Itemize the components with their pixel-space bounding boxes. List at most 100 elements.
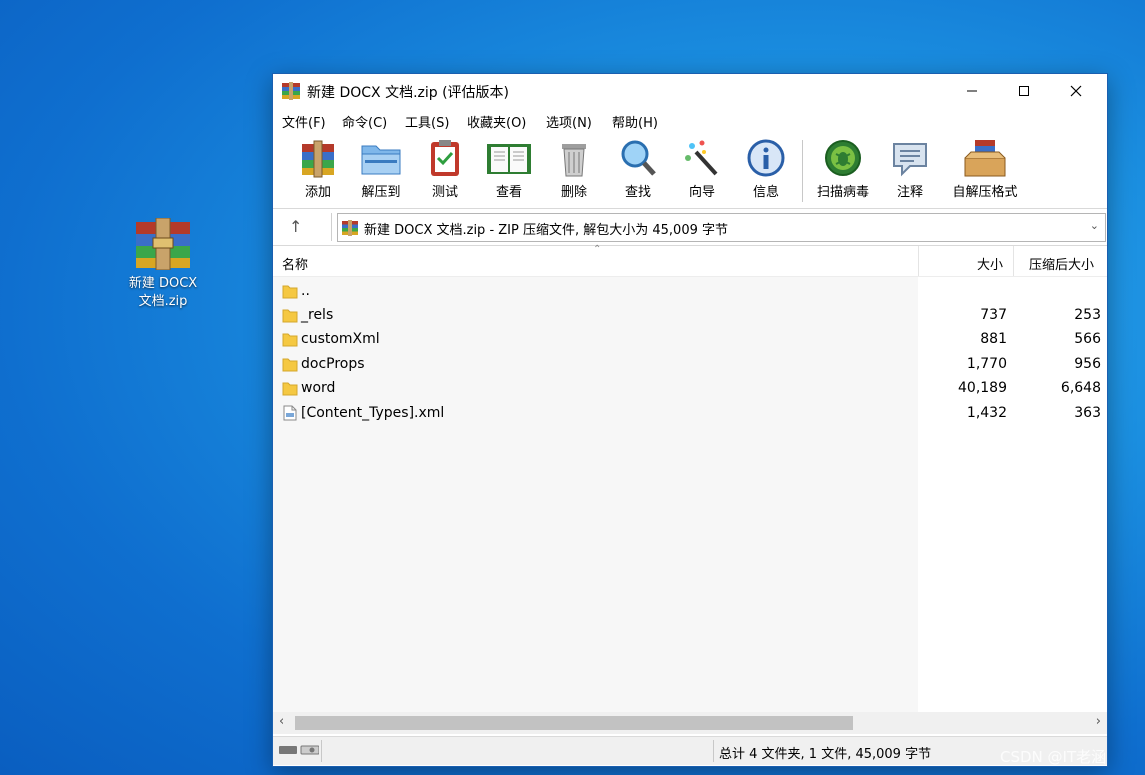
winrar-archive-icon xyxy=(136,217,190,271)
wizard-label: 向导 xyxy=(688,185,715,200)
file-size: 737 xyxy=(980,307,1007,323)
column-name[interactable]: 名称 xyxy=(282,254,308,273)
magnifier-icon xyxy=(621,140,656,176)
folder-icon xyxy=(282,333,298,347)
view-label: 查看 xyxy=(495,185,522,200)
menu-tools[interactable]: 工具(S) xyxy=(405,112,449,131)
scroll-left-icon[interactable]: ‹ xyxy=(279,714,284,729)
column-size[interactable]: 大小 xyxy=(977,254,1003,273)
folder-icon xyxy=(282,382,298,396)
trash-icon xyxy=(562,144,586,177)
file-name: .. xyxy=(301,283,310,299)
file-row-customxml[interactable]: customXml 881 566 xyxy=(273,327,1107,351)
address-text: 新建 DOCX 文档.zip - ZIP 压缩文件, 解包大小为 45,009 … xyxy=(364,223,728,238)
file-packed-size: 566 xyxy=(1074,331,1101,347)
file-name: docProps xyxy=(301,356,365,372)
virus-scan-button[interactable]: 扫描病毒 xyxy=(809,138,877,202)
sfx-label: 自解压格式 xyxy=(952,185,1018,200)
info-button[interactable]: 信息 xyxy=(735,138,797,202)
add-archive-icon xyxy=(302,140,334,178)
file-list: ⌃ 名称 大小 压缩后大小 .. _rels 737 253 customXml… xyxy=(273,244,1107,719)
sfx-button[interactable]: 自解压格式 xyxy=(943,138,1027,202)
scrollbar-thumb[interactable] xyxy=(295,716,853,730)
xml-file-icon xyxy=(283,405,297,421)
menu-help[interactable]: 帮助(H) xyxy=(612,112,658,131)
minimize-button[interactable] xyxy=(949,74,995,108)
menu-commands[interactable]: 命令(C) xyxy=(342,112,387,131)
extract-to-button[interactable]: 解压到 xyxy=(350,138,412,202)
file-name: [Content_Types].xml xyxy=(301,405,445,421)
file-name: word xyxy=(301,380,336,396)
file-packed-size: 253 xyxy=(1074,307,1101,323)
view-book-icon xyxy=(487,144,531,174)
file-packed-size: 956 xyxy=(1074,356,1101,372)
file-size: 1,770 xyxy=(966,356,1007,372)
archive-small-icon xyxy=(342,220,358,236)
maximize-button[interactable] xyxy=(1001,74,1047,108)
wizard-wand-icon xyxy=(685,140,718,176)
virus-scan-icon xyxy=(825,140,861,176)
file-row-content-types[interactable]: [Content_Types].xml 1,432 363 xyxy=(273,401,1107,425)
minimize-icon xyxy=(967,90,977,92)
file-row-parent[interactable]: .. xyxy=(273,279,1107,303)
comment-button[interactable]: 注释 xyxy=(879,138,941,202)
title-bar[interactable]: 新建 DOCX 文档.zip (评估版本) xyxy=(273,74,1107,108)
watermark: CSDN @IT老涵 xyxy=(1000,748,1107,766)
file-size: 40,189 xyxy=(958,380,1007,396)
address-separator xyxy=(331,213,332,241)
folder-icon xyxy=(282,358,298,372)
column-packed-size[interactable]: 压缩后大小 xyxy=(1029,254,1094,273)
menu-favorites[interactable]: 收藏夹(O) xyxy=(467,112,526,131)
delete-label: 删除 xyxy=(560,185,587,200)
up-arrow-icon[interactable]: ↑ xyxy=(289,217,302,236)
file-packed-size: 363 xyxy=(1074,405,1101,421)
info-label: 信息 xyxy=(752,185,779,200)
add-label: 添加 xyxy=(304,185,331,200)
file-row-docprops[interactable]: docProps 1,770 956 xyxy=(273,352,1107,376)
file-size: 881 xyxy=(980,331,1007,347)
file-row-word[interactable]: word 40,189 6,648 xyxy=(273,376,1107,400)
desktop-icon-label-line2: 文档.zip xyxy=(138,294,188,309)
status-separator xyxy=(321,740,322,762)
find-label: 查找 xyxy=(624,185,651,200)
menu-file[interactable]: 文件(F) xyxy=(282,112,326,131)
column-divider[interactable] xyxy=(918,246,919,276)
test-label: 测试 xyxy=(431,185,458,200)
toolbar: 添加 解压到 测试 查看 删除 查找 向导 信息 扫描病毒 注释 自解压格式 xyxy=(273,132,1107,209)
folder-icon xyxy=(282,285,298,299)
wizard-button[interactable]: 向导 xyxy=(671,138,733,202)
winrar-app-icon xyxy=(282,82,300,100)
comment-label: 注释 xyxy=(896,185,923,200)
address-field[interactable]: 新建 DOCX 文档.zip - ZIP 压缩文件, 解包大小为 45,009 … xyxy=(337,213,1106,242)
file-name: customXml xyxy=(301,331,380,347)
window-title: 新建 DOCX 文档.zip (评估版本) xyxy=(307,85,510,101)
maximize-icon xyxy=(1019,86,1029,96)
status-summary: 总计 4 文件夹, 1 文件, 45,009 字节 xyxy=(719,747,932,762)
test-clipboard-icon xyxy=(431,140,459,176)
menu-options[interactable]: 选项(N) xyxy=(546,112,592,131)
menu-bar: 文件(F) 命令(C) 工具(S) 收藏夹(O) 选项(N) 帮助(H) xyxy=(273,108,1107,132)
close-button[interactable] xyxy=(1053,74,1099,108)
file-size: 1,432 xyxy=(966,405,1007,421)
delete-button[interactable]: 删除 xyxy=(543,138,605,202)
chevron-down-icon[interactable]: ⌄ xyxy=(1090,219,1099,232)
horizontal-scrollbar[interactable]: ‹ › xyxy=(273,712,1107,734)
extract-folder-icon xyxy=(361,145,401,175)
extract-to-label: 解压到 xyxy=(361,185,401,200)
address-bar: ↑ 新建 DOCX 文档.zip - ZIP 压缩文件, 解包大小为 45,00… xyxy=(273,209,1107,246)
add-button[interactable]: 添加 xyxy=(287,138,349,202)
info-icon xyxy=(747,139,785,177)
view-button[interactable]: 查看 xyxy=(478,138,540,202)
close-icon xyxy=(1070,85,1082,97)
desktop-archive-shortcut[interactable]: 新建 DOCX 文档.zip xyxy=(118,217,208,312)
folder-icon xyxy=(282,309,298,323)
sort-caret-icon: ⌃ xyxy=(593,244,602,255)
test-button[interactable]: 测试 xyxy=(414,138,476,202)
file-row-rels[interactable]: _rels 737 253 xyxy=(273,303,1107,327)
column-divider[interactable] xyxy=(1013,246,1014,276)
find-button[interactable]: 查找 xyxy=(607,138,669,202)
column-header: ⌃ 名称 大小 压缩后大小 xyxy=(273,244,1107,277)
file-name: _rels xyxy=(301,307,334,323)
sfx-box-icon xyxy=(964,140,1006,177)
scroll-right-icon[interactable]: › xyxy=(1096,714,1101,729)
